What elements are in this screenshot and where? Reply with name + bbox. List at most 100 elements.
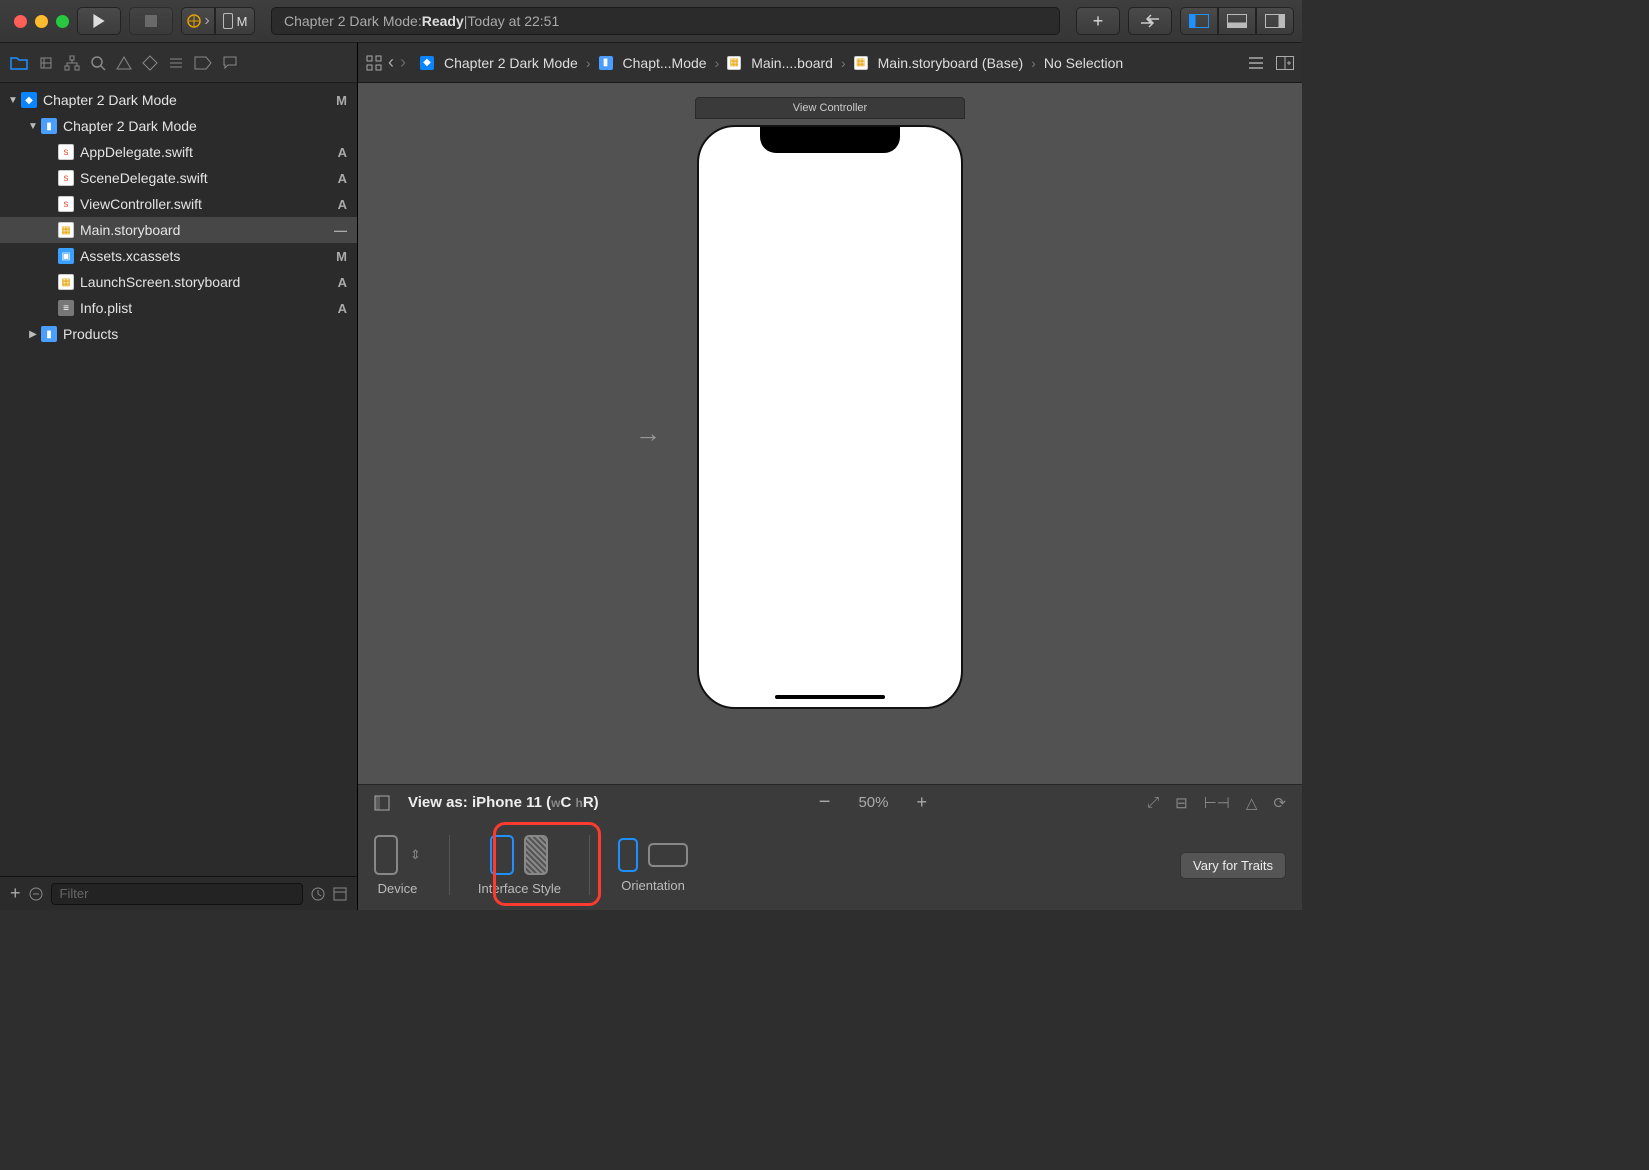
symbol-navigator-tab[interactable] — [64, 55, 80, 71]
embed-button[interactable]: ⤢ — [1147, 794, 1159, 812]
library-button[interactable]: + — [1076, 7, 1120, 35]
swift-file-icon: s — [58, 144, 74, 160]
breadcrumb[interactable]: ◆ Chapter 2 Dark Mode › ▮ Chapt...Mode ›… — [420, 55, 1123, 71]
toggle-right-panel[interactable] — [1256, 7, 1294, 35]
window-controls — [8, 15, 69, 28]
tree-label: Main.storyboard — [80, 222, 180, 238]
scm-icon — [38, 55, 54, 71]
storyboard-file-icon: ▦ — [58, 222, 74, 238]
source-control-navigator-tab[interactable] — [38, 55, 54, 71]
status-project: Chapter 2 Dark Mode: — [284, 13, 422, 29]
tree-label: Info.plist — [80, 300, 132, 316]
device-preview[interactable] — [697, 125, 963, 709]
orientation-picker[interactable]: Orientation — [618, 838, 688, 893]
code-review-button[interactable] — [1128, 7, 1172, 35]
breakpoint-navigator-tab[interactable] — [194, 56, 212, 70]
update-frames-button[interactable]: ⟳ — [1273, 794, 1286, 812]
separator — [449, 835, 450, 895]
disclosure-triangle-icon[interactable]: ▶ — [28, 329, 38, 340]
add-editor-button[interactable] — [1276, 56, 1294, 70]
device-target-segment[interactable]: M — [215, 7, 255, 35]
tree-file[interactable]: s AppDelegate.swift A — [0, 139, 357, 165]
tree-file-selected[interactable]: ▦ Main.storyboard — — [0, 217, 357, 243]
storyboard-file-icon: ▦ — [727, 56, 741, 70]
find-navigator-tab[interactable] — [90, 55, 106, 71]
tree-file[interactable]: s ViewController.swift A — [0, 191, 357, 217]
crumb-label[interactable]: Chapt...Mode — [623, 55, 707, 71]
tree-products-folder[interactable]: ▶ ▮ Products — [0, 321, 357, 347]
dark-style-button[interactable] — [524, 835, 548, 875]
toggle-left-panel[interactable] — [1180, 7, 1218, 35]
align-button[interactable]: ⊟ — [1175, 794, 1188, 812]
separator — [589, 835, 590, 895]
device-thumb[interactable] — [374, 835, 398, 875]
back-button[interactable]: ‹ — [388, 52, 394, 73]
related-items-button[interactable] — [366, 55, 382, 71]
scope-icon — [29, 887, 43, 901]
home-indicator — [775, 695, 885, 699]
recent-filter-button[interactable] — [311, 887, 325, 901]
storyboard-canvas[interactable]: View Controller → — [358, 83, 1302, 784]
activity-status[interactable]: Chapter 2 Dark Mode: Ready | Today at 22… — [271, 7, 1060, 35]
pin-button[interactable]: ⊢⊣ — [1204, 794, 1230, 812]
add-button[interactable]: + — [10, 883, 21, 904]
zoom-level[interactable]: 50% — [858, 794, 888, 811]
crumb-label[interactable]: Main....board — [751, 55, 833, 71]
report-navigator-tab[interactable] — [222, 55, 238, 71]
zoom-window-button[interactable] — [56, 15, 69, 28]
adjust-editor-button[interactable] — [1248, 56, 1264, 70]
app-target-segment[interactable]: › — [181, 7, 215, 35]
zoom-out-button[interactable]: − — [819, 791, 831, 814]
scm-filter-button[interactable] — [333, 887, 347, 901]
tree-file[interactable]: s SceneDelegate.swift A — [0, 165, 357, 191]
chat-icon — [222, 55, 238, 71]
close-window-button[interactable] — [14, 15, 27, 28]
minimize-window-button[interactable] — [35, 15, 48, 28]
tree-file[interactable]: ▦ LaunchScreen.storyboard A — [0, 269, 357, 295]
landscape-button[interactable] — [648, 843, 688, 867]
stepper-icon[interactable]: ⇕ — [410, 847, 421, 863]
tree-file[interactable]: ≡ Info.plist A — [0, 295, 357, 321]
scene-title-bar[interactable]: View Controller — [695, 97, 965, 119]
initial-vc-arrow-icon[interactable]: → — [635, 418, 661, 449]
test-navigator-tab[interactable] — [142, 55, 158, 71]
interface-style-picker[interactable]: Interface Style — [478, 835, 561, 896]
resolve-button[interactable]: △ — [1246, 794, 1258, 812]
folder-icon: ▮ — [41, 118, 57, 134]
project-navigator-tab[interactable] — [10, 55, 28, 71]
app-icon — [186, 13, 202, 29]
tree-file[interactable]: ▣ Assets.xcassets M — [0, 243, 357, 269]
tree-label: Products — [63, 326, 118, 342]
disclosure-triangle-icon[interactable]: ▼ — [28, 121, 38, 132]
debug-navigator-tab[interactable] — [168, 55, 184, 71]
stop-button[interactable] — [129, 7, 173, 35]
crumb-label[interactable]: Main.storyboard (Base) — [878, 55, 1024, 71]
compare-arrows-icon — [1139, 14, 1161, 28]
run-button[interactable] — [77, 7, 121, 35]
vary-for-traits-button[interactable]: Vary for Traits — [1180, 852, 1286, 879]
bottom-panel-icon — [1227, 14, 1247, 28]
device-picker[interactable]: ⇕ Device — [374, 835, 421, 896]
chevron-right-icon: › — [586, 55, 591, 71]
tree-group-folder[interactable]: ▼ ▮ Chapter 2 Dark Mode — [0, 113, 357, 139]
project-tree[interactable]: ▼ ◆ Chapter 2 Dark Mode M ▼ ▮ Chapter 2 … — [0, 83, 357, 876]
forward-button[interactable]: › — [400, 52, 406, 73]
scheme-selector[interactable]: › M — [181, 7, 255, 35]
filter-input[interactable] — [51, 883, 303, 905]
titlebar: › M Chapter 2 Dark Mode: Ready | Today a… — [0, 0, 1302, 43]
view-as-label[interactable]: View as: iPhone 11 (wC hR) — [408, 794, 599, 811]
crumb-label[interactable]: No Selection — [1044, 55, 1123, 71]
portrait-button[interactable] — [618, 838, 638, 872]
filter-scope-button[interactable] — [29, 887, 43, 901]
disclosure-triangle-icon[interactable]: ▼ — [8, 95, 18, 106]
right-panel-icon — [1265, 14, 1285, 28]
zoom-in-button[interactable]: + — [917, 792, 928, 813]
editor-area: ‹ › ◆ Chapter 2 Dark Mode › ▮ Chapt...Mo… — [358, 43, 1302, 910]
light-style-button[interactable] — [490, 835, 514, 875]
tree-label: Chapter 2 Dark Mode — [63, 118, 197, 134]
crumb-label[interactable]: Chapter 2 Dark Mode — [444, 55, 578, 71]
issue-navigator-tab[interactable] — [116, 55, 132, 71]
outline-toggle[interactable] — [374, 795, 390, 811]
tree-project-root[interactable]: ▼ ◆ Chapter 2 Dark Mode M — [0, 87, 357, 113]
toggle-bottom-panel[interactable] — [1218, 7, 1256, 35]
